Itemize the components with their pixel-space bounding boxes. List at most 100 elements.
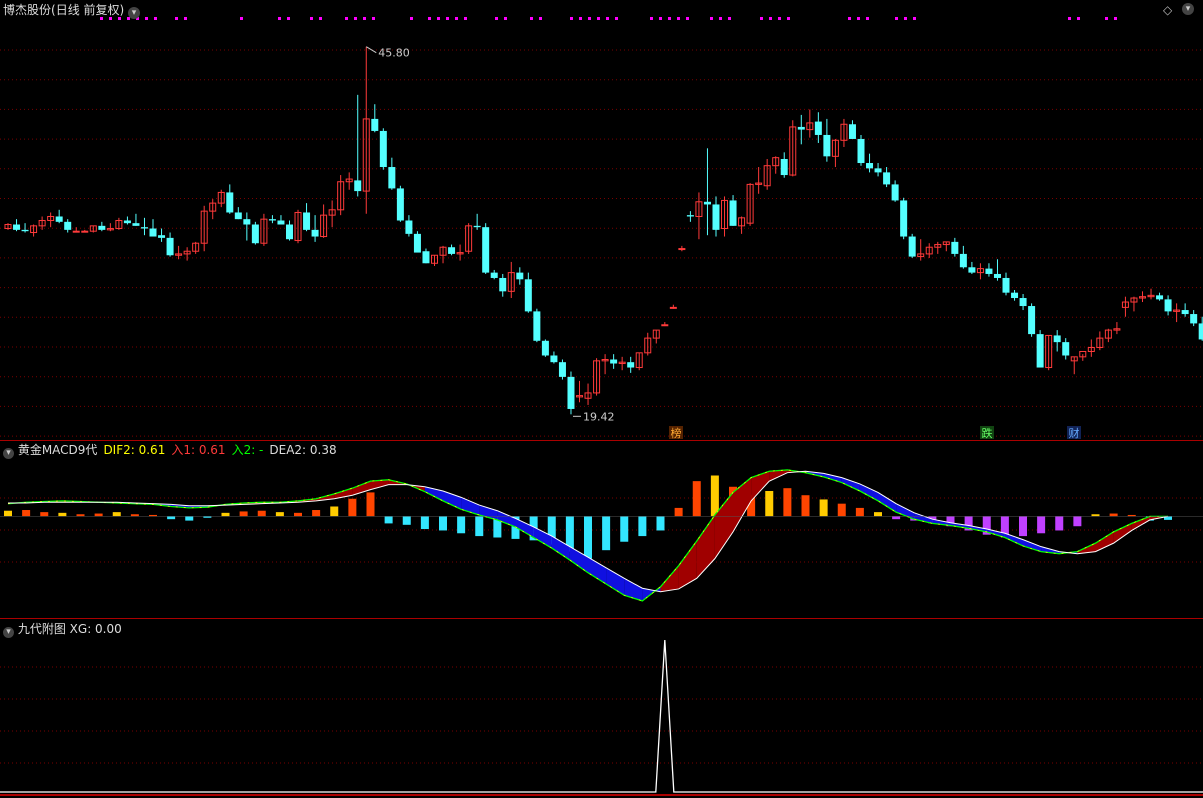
xg-value: XG: 0.00 — [69, 622, 122, 636]
candle-body — [678, 248, 686, 251]
candle-body — [1053, 335, 1061, 343]
period-label[interactable]: (日线 前复权) — [51, 3, 124, 17]
macd-bar — [620, 516, 629, 542]
macd-bar — [167, 516, 176, 520]
candle-body — [823, 134, 831, 157]
macd-bar — [475, 516, 484, 537]
candle-body — [874, 168, 882, 173]
candle-body — [422, 251, 430, 264]
candle-body — [21, 229, 29, 232]
macd-bar — [457, 516, 466, 534]
candle-body — [703, 201, 711, 205]
candle-body — [64, 221, 72, 230]
candle-body — [951, 241, 959, 254]
high-pointer — [366, 46, 377, 54]
candle-body — [473, 225, 481, 228]
candle-body — [797, 126, 805, 130]
macd-bar — [366, 492, 375, 517]
macd-bar — [801, 495, 810, 517]
candle-body — [1011, 292, 1019, 299]
candle-body — [371, 118, 379, 131]
signal-dot — [904, 17, 907, 20]
signal-dot — [857, 17, 860, 20]
candle-body — [1028, 306, 1036, 335]
signal-dot — [345, 17, 348, 20]
stock-title[interactable]: 博杰股份 — [3, 3, 51, 17]
signal-dot — [769, 17, 772, 20]
signal-dot — [464, 17, 467, 20]
candle-body — [729, 200, 737, 226]
macd-bar — [4, 510, 12, 517]
macd-bar — [874, 512, 882, 517]
signal-dot — [240, 17, 243, 20]
xg-line — [0, 639, 1203, 793]
candle-body — [524, 279, 532, 312]
candle-body — [413, 233, 421, 253]
signal-dot — [372, 17, 375, 20]
signal-dot — [659, 17, 662, 20]
candle-body — [541, 340, 549, 356]
candle-body — [985, 268, 993, 274]
candle-body — [908, 236, 916, 257]
signal-dot — [913, 17, 916, 20]
candle-body — [98, 225, 106, 230]
macd-bar — [674, 507, 683, 517]
candle-body — [968, 267, 976, 273]
candle-body — [1002, 277, 1010, 293]
signal-dot — [455, 17, 458, 20]
macd-bar — [112, 512, 121, 517]
candle-body — [81, 230, 89, 233]
diamond-icon[interactable]: ◇ — [1163, 3, 1172, 17]
macd-bar — [94, 513, 103, 517]
candle-body — [1164, 299, 1172, 312]
signal-dot — [579, 17, 582, 20]
candle-body — [712, 204, 720, 230]
macd-bar — [656, 516, 665, 531]
marker-label: 财 — [1069, 426, 1080, 440]
signal-dot — [1068, 17, 1071, 20]
candle-body — [550, 355, 558, 363]
macd-label: 入1: 0.61 — [171, 443, 226, 457]
candle-body — [499, 277, 507, 292]
candle-body — [268, 219, 276, 221]
signal-dot — [1105, 17, 1108, 20]
chevron-down-icon[interactable]: ▾ — [3, 448, 14, 459]
macd-bar — [330, 506, 339, 517]
macd-bar — [221, 512, 230, 517]
candle-body — [1062, 342, 1070, 356]
candle-body — [132, 223, 140, 226]
candle-body — [354, 180, 362, 192]
signal-dot — [677, 17, 680, 20]
price-grid — [0, 49, 1203, 437]
signal-dot — [760, 17, 763, 20]
signal-dot — [410, 17, 413, 20]
macd-bar — [1109, 513, 1118, 517]
candle-body — [1036, 334, 1044, 368]
chevron-down-icon[interactable]: ▾ — [128, 7, 141, 19]
signal-dot-row — [100, 17, 1117, 20]
macd-bar — [584, 516, 592, 559]
candle-body — [883, 172, 891, 185]
candle-body — [311, 229, 319, 237]
candle-body — [226, 192, 234, 213]
signal-dot — [606, 17, 609, 20]
candle-body — [661, 324, 669, 327]
xg-panel — [0, 639, 1203, 796]
macd-bar — [439, 516, 447, 531]
candle-body — [558, 362, 566, 377]
macd-header: ▾ 黄金MACD9代 DIF2: 0.61 入1: 0.61 入2: - DEA2: 0… — [3, 443, 343, 459]
macd-fill — [606, 567, 625, 596]
candle-body — [1190, 314, 1198, 324]
marker-label: 跌 — [982, 426, 993, 440]
candle-body — [993, 273, 1001, 278]
candle-body — [848, 124, 856, 139]
candle-body — [610, 359, 618, 364]
candle-body — [243, 219, 251, 225]
chevron-down-icon[interactable]: ▾ — [1182, 3, 1194, 15]
signal-dot — [728, 17, 731, 20]
signal-dot — [504, 17, 507, 20]
candle-body — [72, 230, 80, 233]
signal-dot — [310, 17, 313, 20]
chevron-down-icon[interactable]: ▾ — [3, 627, 14, 638]
macd-bar — [1019, 516, 1027, 537]
